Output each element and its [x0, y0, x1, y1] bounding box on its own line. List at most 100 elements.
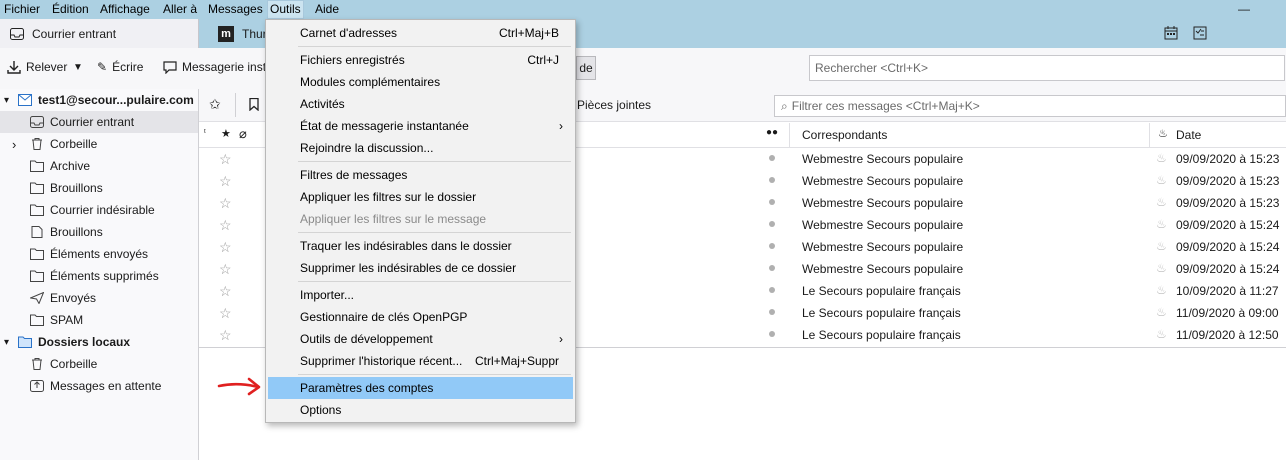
chevron-right-icon[interactable]: › [12, 137, 26, 152]
folder-item-brouillons[interactable]: Brouillons [0, 177, 198, 199]
folder-item-inbox[interactable]: Courrier entrant [0, 111, 198, 133]
junk-column-icon[interactable]: ♨ [1158, 127, 1168, 140]
tab-courrier-entrant[interactable]: Courrier entrant [0, 19, 199, 48]
menu-separator [298, 232, 571, 233]
folder-item-indesirable[interactable]: Courrier indésirable [0, 199, 198, 221]
menu-item-importer[interactable]: Importer... [268, 284, 573, 306]
star-icon[interactable]: ☆ [219, 327, 232, 344]
menu-affichage[interactable]: Affichage [100, 2, 150, 16]
menu-item-label: Supprimer l'historique récent... [300, 354, 463, 368]
folder-item-archive[interactable]: Archive [0, 155, 198, 177]
calendar-icon[interactable] [1164, 26, 1178, 40]
junk-icon[interactable]: ♨ [1156, 283, 1167, 297]
junk-icon[interactable]: ♨ [1156, 327, 1167, 341]
menu-item-filtres[interactable]: Filtres de messages [268, 164, 573, 186]
junk-icon[interactable]: ♨ [1156, 239, 1167, 253]
divider [235, 93, 236, 117]
folder-item-supprimes[interactable]: Éléments supprimés [0, 265, 198, 287]
menu-item-etat-messagerie[interactable]: État de messagerie instantanée › [268, 115, 573, 137]
thread-column-icon[interactable]: ᵗ [204, 127, 206, 137]
menu-aller-a[interactable]: Aller à [163, 2, 197, 16]
menu-aide[interactable]: Aide [315, 2, 339, 16]
menu-item-fichiers-enregistres[interactable]: Fichiers enregistrés Ctrl+J [268, 49, 573, 71]
unread-dot-icon[interactable] [769, 177, 775, 183]
folder-item-outbox[interactable]: Messages en attente [0, 375, 198, 397]
junk-icon[interactable]: ♨ [1156, 217, 1167, 231]
local-folders-row[interactable]: ▾ Dossiers locaux [0, 331, 198, 353]
star-icon[interactable]: ☆ [219, 195, 232, 212]
unread-dot-icon[interactable] [769, 331, 775, 337]
menu-item-options[interactable]: Options [268, 399, 573, 421]
chat-button[interactable]: Messagerie inst [163, 60, 266, 74]
read-status-column-icon[interactable]: ●● [766, 127, 778, 138]
folder-item-envoyes[interactable]: Éléments envoyés [0, 243, 198, 265]
minimize-button[interactable]: — [1238, 2, 1250, 16]
folder-label: Corbeille [50, 137, 98, 151]
menu-item-openpgp[interactable]: Gestionnaire de clés OpenPGP [268, 306, 573, 328]
menu-item-rejoindre[interactable]: Rejoindre la discussion... [268, 137, 573, 159]
menu-item-modules[interactable]: Modules complémentaires [268, 71, 573, 93]
menu-messages[interactable]: Messages [208, 2, 263, 16]
column-correspondants[interactable]: Correspondants [802, 128, 887, 142]
menu-item-activites[interactable]: Activités [268, 93, 573, 115]
folder-label: Courrier entrant [50, 115, 135, 129]
star-icon[interactable]: ☆ [219, 239, 232, 256]
pin-icon[interactable]: ✩ [209, 96, 221, 113]
search-input[interactable]: Rechercher <Ctrl+K> [809, 55, 1285, 81]
folder-item-local-corbeille[interactable]: Corbeille [0, 353, 198, 375]
folder-item-brouillons-2[interactable]: Brouillons [0, 221, 198, 243]
unread-dot-icon[interactable] [769, 221, 775, 227]
unread-dot-icon[interactable] [769, 265, 775, 271]
account-row[interactable]: ▾ test1@secour...pulaire.com [0, 89, 198, 111]
junk-icon[interactable]: ♨ [1156, 173, 1167, 187]
message-from: Webmestre Secours populaire [802, 240, 964, 254]
menu-item-supprimer-indesirables[interactable]: Supprimer les indésirables de ce dossier [268, 257, 573, 279]
chevron-down-icon[interactable]: ▼ [73, 62, 83, 73]
star-icon[interactable]: ☆ [219, 261, 232, 278]
menu-edition[interactable]: Édition [52, 2, 89, 16]
unread-dot-icon[interactable] [769, 309, 775, 315]
attachment-column-icon[interactable]: ⌀ [239, 126, 247, 142]
star-icon[interactable]: ☆ [219, 217, 232, 234]
tasks-icon[interactable] [1193, 26, 1207, 40]
star-icon[interactable]: ☆ [219, 173, 232, 190]
junk-icon[interactable]: ♨ [1156, 305, 1167, 319]
filter-placeholder: Filtrer ces messages <Ctrl+Maj+K> [791, 99, 980, 113]
junk-icon[interactable]: ♨ [1156, 261, 1167, 275]
menu-item-shortcut: Ctrl+Maj+B [498, 26, 559, 40]
folder-item-spam[interactable]: SPAM [0, 309, 198, 331]
unread-dot-icon[interactable] [769, 199, 775, 205]
folder-item-sent[interactable]: Envoyés [0, 287, 198, 309]
menu-item-supprimer-historique[interactable]: Supprimer l'historique récent... Ctrl+Maj… [268, 350, 573, 372]
filter-messages-input[interactable]: ⌕ Filtrer ces messages <Ctrl+Maj+K> [774, 95, 1286, 117]
menu-item-appliquer-dossier[interactable]: Appliquer les filtres sur le dossier [268, 186, 573, 208]
menu-item-carnet-adresses[interactable]: Carnet d'adresses Ctrl+Maj+B [268, 22, 573, 44]
menu-fichier[interactable]: Fichier [4, 2, 40, 16]
star-icon[interactable]: ☆ [219, 305, 232, 322]
star-icon[interactable]: ☆ [219, 151, 232, 168]
star-column-icon[interactable]: ★ [221, 127, 231, 140]
folder-icon [30, 270, 44, 282]
write-button[interactable]: ✎ Écrire [97, 60, 143, 74]
folder-item-corbeille[interactable]: › Corbeille [0, 133, 198, 155]
message-date: 10/09/2020 à 11:27 [1176, 284, 1279, 298]
filter-attachments-button[interactable]: Pièces jointes [577, 98, 651, 112]
bookmark-icon[interactable] [249, 98, 259, 111]
unread-dot-icon[interactable] [769, 243, 775, 249]
menu-item-label: Filtres de messages [300, 168, 408, 182]
menu-outils[interactable]: Outils [267, 0, 304, 19]
star-icon[interactable]: ☆ [219, 283, 232, 300]
junk-icon[interactable]: ♨ [1156, 195, 1167, 209]
unread-dot-icon[interactable] [769, 287, 775, 293]
menu-item-parametres-comptes[interactable]: Paramètres des comptes [268, 377, 573, 399]
mozilla-logo-icon: m [218, 25, 234, 42]
column-date[interactable]: Date [1176, 128, 1201, 142]
mode-button[interactable]: de [576, 56, 596, 80]
junk-icon[interactable]: ♨ [1156, 151, 1167, 165]
search-icon: ⌕ [781, 99, 788, 113]
folder-pane: ▾ test1@secour...pulaire.com Courrier en… [0, 89, 199, 460]
menu-item-traquer[interactable]: Traquer les indésirables dans le dossier [268, 235, 573, 257]
menu-item-outils-dev[interactable]: Outils de développement › [268, 328, 573, 350]
get-messages-button[interactable]: Relever [7, 60, 67, 74]
unread-dot-icon[interactable] [769, 155, 775, 161]
